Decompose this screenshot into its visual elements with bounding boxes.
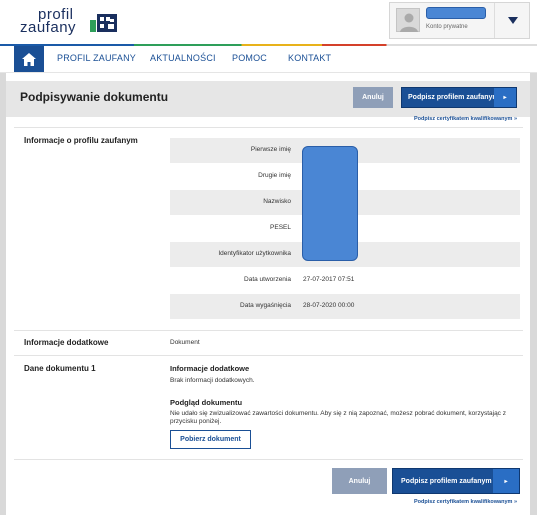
arrow-right-icon: ▸: [493, 469, 519, 493]
additional-value: Dokument: [170, 339, 200, 346]
nav-aktualnosci[interactable]: AKTUALNOŚCI: [150, 53, 216, 63]
cancel-button-top[interactable]: Anuluj: [353, 87, 393, 108]
field-label: PESEL: [270, 224, 291, 231]
field-value: 28-07-2020 00:00: [303, 302, 355, 309]
field-label: Drugie imię: [258, 172, 291, 179]
download-document-button[interactable]: Pobierz dokument: [170, 430, 251, 449]
field-label: Data wygaśnięcia: [240, 302, 291, 309]
home-button[interactable]: [14, 46, 44, 72]
field-label: Pierwsze imię: [250, 146, 291, 153]
preview-text-line2: przycisku poniżej.: [170, 418, 222, 425]
qualified-certificate-link-top[interactable]: Podpisz certyfikatem kwalifikowanym »: [414, 116, 517, 122]
header: profil zaufany Konto prywatne: [0, 0, 537, 44]
arrow-right-icon: ▸: [494, 88, 516, 107]
preview-heading: Podgląd dokumentu: [170, 398, 243, 407]
avatar: [396, 8, 420, 32]
field-row: Data wygaśnięcia 28-07-2020 00:00: [170, 294, 520, 319]
account-type: Konto prywatne: [426, 24, 468, 30]
document-info-text: Brak informacji dodatkowych.: [170, 377, 255, 384]
main-nav: PROFIL ZAUFANY AKTUALNOŚCI POMOC KONTAKT: [0, 46, 537, 73]
sign-button-top[interactable]: Podpisz profilem zaufanym ▸: [401, 87, 517, 108]
user-icon: [400, 13, 418, 32]
chevron-down-icon: [507, 17, 518, 24]
field-label: Data utworzenia: [244, 276, 291, 283]
section-divider: [14, 355, 523, 356]
sign-button-bottom[interactable]: Podpisz profilem zaufanym ▸: [392, 468, 520, 494]
profile-section-label: Informacje o profilu zaufanym: [24, 136, 138, 145]
section-divider: [14, 459, 523, 460]
dropdown-toggle[interactable]: [494, 3, 530, 38]
nav-profil-zaufany[interactable]: PROFIL ZAUFANY: [57, 53, 136, 63]
cancel-button-bottom[interactable]: Anuluj: [332, 468, 387, 494]
preview-text-line1: Nie udało się zwizualizować zawartości d…: [170, 410, 506, 417]
page-title: Podpisywanie dokumentu: [20, 90, 169, 104]
account-name-redacted: [426, 7, 486, 19]
document-section-label: Dane dokumentu 1: [24, 364, 96, 373]
qualified-certificate-link-bottom[interactable]: Podpisz certyfikatem kwalifikowanym »: [414, 499, 517, 505]
logo-text-line2: zaufany: [20, 19, 77, 36]
field-label: Identyfikator użytkownika: [218, 250, 291, 257]
field-row: Data utworzenia 27-07-2017 07:51: [170, 268, 520, 293]
additional-section-label: Informacje dodatkowe: [24, 338, 109, 347]
field-value: 27-07-2017 07:51: [303, 276, 355, 283]
home-icon: [22, 52, 36, 66]
redaction-box: [302, 146, 358, 261]
sign-button-label: Podpisz profilem zaufanym: [408, 94, 499, 101]
account-menu[interactable]: Konto prywatne: [389, 2, 530, 39]
section-divider: [14, 330, 523, 331]
section-divider: [14, 127, 523, 128]
nav-pomoc[interactable]: POMOC: [232, 53, 267, 63]
document-info-heading: Informacje dodatkowe: [170, 364, 250, 373]
logo-mark-icon: [90, 14, 117, 32]
sign-button-label: Podpisz profilem zaufanym: [401, 477, 492, 485]
field-label: Nazwisko: [263, 198, 291, 205]
profil-zaufany-logo[interactable]: profil zaufany: [14, 6, 117, 36]
nav-kontakt[interactable]: KONTAKT: [288, 53, 331, 63]
